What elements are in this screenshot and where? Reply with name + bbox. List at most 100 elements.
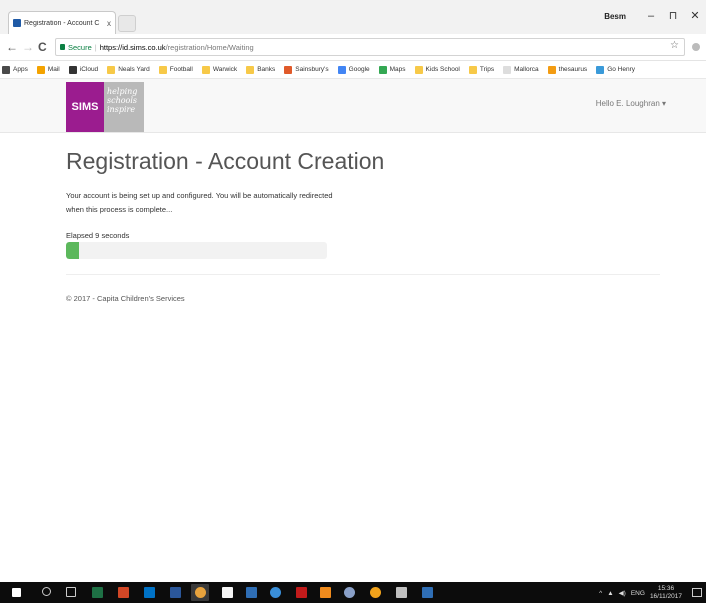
site-header: SIMS helping schools inspire Hello E. Lo…: [0, 79, 706, 133]
bookmark-label: Neals Yard: [118, 66, 150, 73]
forward-arrow-icon[interactable]: →: [22, 39, 34, 55]
bookmark-icon: [503, 65, 512, 74]
volume-icon[interactable]: ◀): [619, 589, 626, 597]
footer-copyright: © 2017 - Capita Children's Services: [66, 294, 185, 303]
user-menu-dropdown[interactable]: Hello E. Loughran ▾: [596, 99, 666, 108]
bookmark-label: Mail: [47, 66, 60, 73]
bookmark-item[interactable]: Football: [158, 65, 193, 74]
tool-icon[interactable]: [396, 587, 407, 598]
url-separator: |: [94, 42, 97, 52]
search-icon[interactable]: [42, 587, 51, 596]
bookmark-item[interactable]: Sainsbury's: [284, 65, 329, 74]
bookmark-label: thesaurus: [558, 66, 588, 73]
system-tray: ^ ▲ ◀) ENG 15:36 16/11/2017: [599, 585, 682, 601]
secure-label: Secure: [68, 42, 92, 52]
windows-start-icon[interactable]: [12, 588, 21, 597]
tab-close-icon[interactable]: x: [107, 19, 111, 28]
acrobat-icon[interactable]: [296, 587, 307, 598]
bookmark-item[interactable]: Google: [337, 65, 370, 74]
url-host: https://id.sims.co.uk: [99, 42, 166, 52]
bookmark-item[interactable]: Banks: [246, 65, 276, 74]
bookmark-item[interactable]: Kids School: [414, 65, 460, 74]
task-view-icon[interactable]: [66, 587, 76, 597]
bookmark-item[interactable]: Go Henry: [596, 65, 636, 74]
word-icon[interactable]: [170, 587, 181, 598]
bookmark-label: Trips: [479, 66, 495, 73]
divider: [66, 274, 660, 275]
chrome-icon: [195, 587, 206, 598]
bookmark-item[interactable]: Neals Yard: [107, 65, 150, 74]
onedrive-icon[interactable]: [270, 587, 281, 598]
taskbar-clock[interactable]: 15:36 16/11/2017: [650, 585, 682, 601]
minimize-icon[interactable]: –: [640, 6, 662, 26]
tab-title: Registration - Account C: [24, 19, 100, 27]
clock-date: 16/11/2017: [649, 593, 682, 600]
bookmark-icon: [201, 65, 210, 74]
bookmark-label: iCloud: [79, 66, 99, 73]
bookmark-item[interactable]: Warwick: [201, 65, 238, 74]
back-arrow-icon[interactable]: ←: [6, 39, 18, 55]
logo-tagline: helping schools inspire: [104, 82, 144, 132]
bookmark-item[interactable]: thesaurus: [547, 65, 588, 74]
bookmark-item[interactable]: Maps: [378, 65, 406, 74]
bookmark-item[interactable]: Apps: [2, 65, 28, 74]
clock-time: 15:36: [657, 585, 675, 592]
elapsed-time: Elapsed 9 seconds: [66, 231, 130, 240]
bookmark-label: Apps: [13, 66, 28, 73]
address-bar[interactable]: Secure | https://id.sims.co.uk /registra…: [55, 38, 685, 56]
network-icon[interactable]: ▲: [607, 590, 613, 597]
sims-app-icon[interactable]: [246, 587, 257, 598]
app-icon[interactable]: [344, 587, 355, 598]
bookmark-label: Football: [169, 66, 193, 73]
notifications-icon[interactable]: [692, 588, 702, 597]
setup-message: Your account is being set up and configu…: [66, 189, 336, 217]
progress-bar: [66, 242, 327, 259]
browser-tab[interactable]: Registration - Account C x: [8, 11, 116, 34]
bookmarks-bar: Apps Mail iCloud Neals Yard Football Warwick B…: [0, 61, 706, 79]
sims-favicon-icon: [13, 19, 21, 27]
bookmark-item[interactable]: iCloud: [68, 65, 99, 74]
file-icon[interactable]: [222, 587, 233, 598]
bookmark-icon: [36, 65, 45, 74]
outlook-icon[interactable]: [144, 587, 155, 598]
sims-logo[interactable]: SIMS helping schools inspire: [66, 82, 144, 132]
maximize-icon[interactable]: ⊓: [662, 6, 684, 26]
excel-icon[interactable]: [92, 587, 103, 598]
sims-icon[interactable]: [422, 587, 433, 598]
close-window-icon[interactable]: ✕: [684, 6, 706, 26]
message-line-1: Your account is being set up and configu…: [66, 191, 333, 200]
bookmark-icon: [468, 65, 477, 74]
bookmark-label: Sainsbury's: [295, 66, 329, 73]
bookmark-label: Warwick: [212, 66, 238, 73]
bookmark-label: Google: [348, 66, 370, 73]
url-path: /registration/Home/Waiting: [165, 42, 254, 52]
bookmark-icon: [158, 65, 167, 74]
window-controls: – ⊓ ✕: [640, 6, 706, 26]
reload-icon[interactable]: C: [38, 39, 47, 55]
bookmark-icon: [284, 65, 293, 74]
new-tab-button[interactable]: [118, 15, 136, 32]
powerpoint-icon[interactable]: [118, 587, 129, 598]
bookmark-label: Go Henry: [607, 66, 636, 73]
browser-toolbar: ← → C Secure | https://id.sims.co.uk /re…: [0, 34, 706, 61]
bookmark-icon: [68, 65, 77, 74]
bookmark-label: Kids School: [425, 66, 460, 73]
window-user-name[interactable]: Besm: [604, 12, 626, 21]
language-indicator[interactable]: ENG: [631, 590, 645, 597]
paint-icon[interactable]: [370, 587, 381, 598]
tray-arrow-icon[interactable]: ^: [599, 590, 602, 597]
extension-icon[interactable]: [692, 43, 700, 51]
logo-text: SIMS: [66, 82, 104, 132]
bookmark-star-icon[interactable]: ☆: [670, 40, 679, 51]
bookmark-item[interactable]: Mallorca: [503, 65, 539, 74]
bookmark-icon: [246, 65, 255, 74]
bookmark-item[interactable]: Trips: [468, 65, 495, 74]
vlc-icon[interactable]: [320, 587, 331, 598]
progress-bar-fill: [66, 242, 80, 259]
bookmark-label: Mallorca: [514, 66, 539, 73]
bookmark-icon: [378, 65, 387, 74]
bookmark-item[interactable]: Mail: [36, 65, 60, 74]
bookmark-icon: [547, 65, 556, 74]
bookmark-label: Banks: [257, 66, 276, 73]
lock-icon: [60, 44, 65, 50]
